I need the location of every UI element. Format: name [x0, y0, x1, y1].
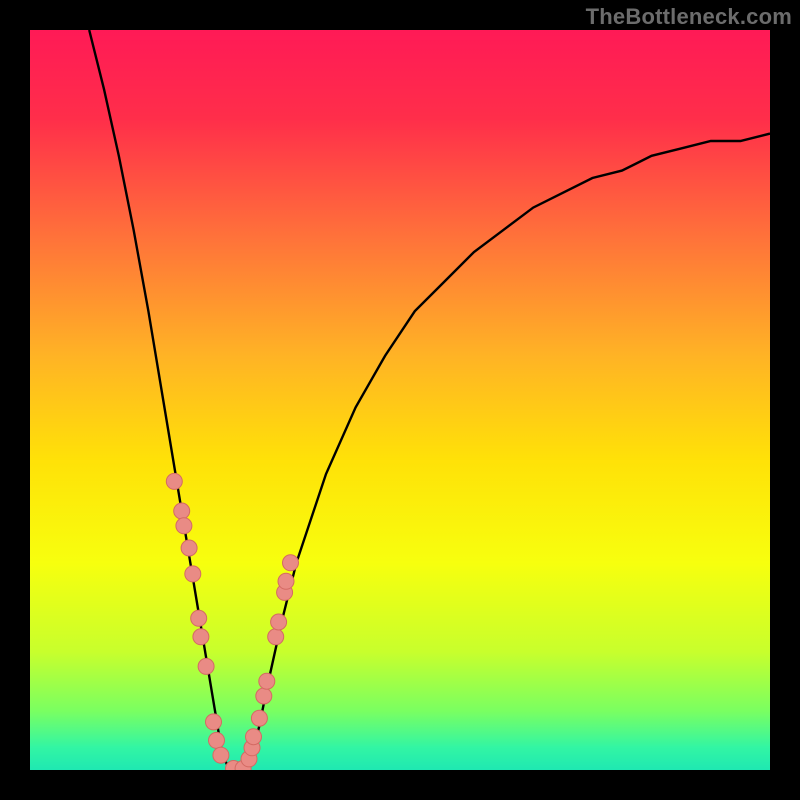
data-marker — [283, 555, 299, 571]
data-marker — [181, 540, 197, 556]
black-frame: TheBottleneck.com — [0, 0, 800, 800]
data-marker — [256, 688, 272, 704]
chart-svg — [30, 30, 770, 770]
watermark-text: TheBottleneck.com — [586, 4, 792, 30]
data-marker — [209, 732, 225, 748]
data-marker — [185, 566, 201, 582]
data-marker — [259, 673, 275, 689]
data-marker — [176, 518, 192, 534]
data-marker — [206, 714, 222, 730]
data-marker — [213, 747, 229, 763]
data-marker — [191, 610, 207, 626]
plot-area — [30, 30, 770, 770]
data-marker — [193, 629, 209, 645]
data-marker — [198, 658, 214, 674]
data-marker — [166, 473, 182, 489]
gradient-background — [30, 30, 770, 770]
data-marker — [271, 614, 287, 630]
data-marker — [278, 573, 294, 589]
data-marker — [268, 629, 284, 645]
data-marker — [251, 710, 267, 726]
data-marker — [174, 503, 190, 519]
data-marker — [246, 729, 262, 745]
